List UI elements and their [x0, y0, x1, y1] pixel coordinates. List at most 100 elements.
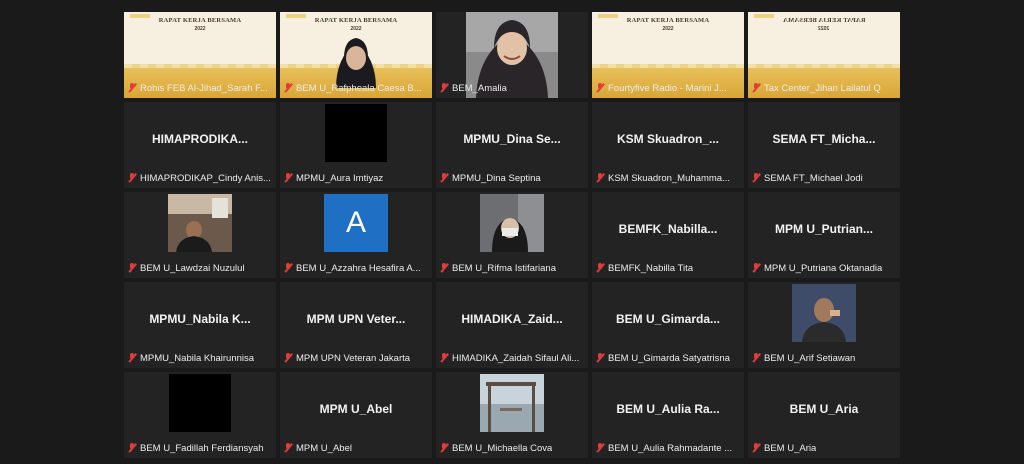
participant-tile[interactable]: BEM_Amalia [436, 12, 588, 98]
participant-name: BEMFK_Nabilla Tita [608, 262, 694, 274]
participant-tile[interactable]: BEM U_Aria BEM U_Aria [748, 372, 900, 458]
participant-name: MPMU_Nabila Khairunnisa [140, 352, 255, 364]
muted-mic-icon [440, 173, 448, 183]
participant-tile[interactable]: HIMAPRODIKA... HIMAPRODIKAP_Cindy Anis... [124, 102, 276, 188]
participant-tile[interactable]: HIMADIKA_Zaid... HIMADIKA_Zaidah Sifaul A… [436, 282, 588, 368]
participant-nameplate: Tax Center_Jihan Lailatul Q [750, 81, 896, 95]
participant-tile[interactable]: BEM U_Michaella Cova [436, 372, 588, 458]
participant-tile[interactable]: SEMA FT_Micha... SEMA FT_Michael Jodi [748, 102, 900, 188]
participant-name: MPM U_Abel [296, 442, 352, 454]
participant-display-name: BEMFK_Nabilla... [618, 222, 718, 236]
participant-name: BEM U_Lawdzai Nuzulul [140, 262, 245, 274]
participant-tile[interactable]: BEM U_Rifma Istifariana [436, 192, 588, 278]
muted-mic-icon [752, 263, 760, 273]
participant-display-name: MPM U_Putrian... [774, 222, 873, 236]
muted-mic-icon [752, 173, 760, 183]
participant-tile[interactable]: RAPAT KERJA BERSAMA 2022 BEM U_Rafpheala C… [280, 12, 432, 98]
participant-tile[interactable]: RAPAT KERJA BERSAMA 2022 Fourtyfive Radio … [592, 12, 744, 98]
participant-nameplate: BEM_Amalia [438, 81, 584, 95]
muted-mic-icon [284, 263, 292, 273]
participant-name: KSM Skuadron_Muhamma... [608, 172, 730, 184]
slide-title: RAPAT KERJA BERSAMA [782, 17, 866, 24]
participant-nameplate: BEM U_Arif Setiawan [750, 351, 896, 365]
participant-tile[interactable]: A BEM U_Azzahra Hesafira A... [280, 192, 432, 278]
muted-mic-icon [596, 263, 604, 273]
participant-display-name: BEM U_Aria [789, 402, 859, 416]
participant-video [325, 104, 387, 162]
participant-name: BEM U_Rafpheala Caesa B... [296, 82, 422, 94]
participant-name: BEM U_Gimarda Satyatrisna [608, 352, 730, 364]
gallery-grid: RAPAT KERJA BERSAMA 2022 Rohis FEB Al-Jiha… [124, 12, 900, 458]
participant-tile[interactable]: RAPAT KERJA BERSAMA 2022 Rohis FEB Al-Jiha… [124, 12, 276, 98]
slide-title: RAPAT KERJA BERSAMA [626, 17, 710, 24]
participant-name: Fourtyfive Radio - Marini J... [608, 82, 727, 94]
participant-display-name: BEM U_Gimarda... [615, 312, 721, 326]
participant-name: MPMU_Aura Imtiyaz [296, 172, 384, 184]
participant-nameplate: Fourtyfive Radio - Marini J... [594, 81, 740, 95]
participant-tile[interactable]: MPM UPN Veter... MPM UPN Veteran Jakarta [280, 282, 432, 368]
participant-tile[interactable]: RAPAT KERJA BERSAMA 2022 Tax Center_Jihan … [748, 12, 900, 98]
participant-tile[interactable]: MPM U_Putrian... MPM U_Putriana Oktanadia [748, 192, 900, 278]
participant-tile[interactable]: BEM U_Fadillah Ferdiansyah [124, 372, 276, 458]
participant-display-name: KSM Skuadron_... [616, 132, 720, 146]
participant-tile[interactable]: BEM U_Gimarda... BEM U_Gimarda Satyatrisn… [592, 282, 744, 368]
muted-mic-icon [128, 263, 136, 273]
participant-nameplate: MPM U_Putriana Oktanadia [750, 261, 896, 275]
muted-mic-icon [752, 443, 760, 453]
participant-nameplate: HIMAPRODIKAP_Cindy Anis... [126, 171, 272, 185]
muted-mic-icon [128, 443, 136, 453]
participant-display-name: HIMAPRODIKA... [152, 132, 248, 146]
muted-mic-icon [284, 353, 292, 363]
participant-display-name: MPM U_Abel [319, 402, 393, 416]
participant-name: Rohis FEB Al-Jihad_Sarah F... [140, 82, 268, 94]
participant-nameplate: KSM Skuadron_Muhamma... [594, 171, 740, 185]
participant-name: MPMU_Dina Septina [452, 172, 541, 184]
participant-name: MPM U_Putriana Oktanadia [764, 262, 883, 274]
participant-tile[interactable]: MPMU_Aura Imtiyaz [280, 102, 432, 188]
muted-mic-icon [284, 443, 292, 453]
muted-mic-icon [752, 83, 760, 93]
participant-display-name: BEM U_Aulia Ra... [616, 402, 720, 416]
participant-tile[interactable]: MPMU_Dina Se... MPMU_Dina Septina [436, 102, 588, 188]
participant-nameplate: MPMU_Aura Imtiyaz [282, 171, 428, 185]
participant-nameplate: BEM U_Azzahra Hesafira A... [282, 261, 428, 275]
participant-display-name: SEMA FT_Micha... [772, 132, 876, 146]
participant-nameplate: BEM U_Fadillah Ferdiansyah [126, 441, 272, 455]
participant-nameplate: BEMFK_Nabilla Tita [594, 261, 740, 275]
participant-nameplate: BEM U_Gimarda Satyatrisna [594, 351, 740, 365]
participant-video [792, 284, 856, 342]
participant-tile[interactable]: BEM U_Lawdzai Nuzulul [124, 192, 276, 278]
participant-nameplate: BEM U_Rafpheala Caesa B... [282, 81, 428, 95]
participant-nameplate: Rohis FEB Al-Jihad_Sarah F... [126, 81, 272, 95]
participant-nameplate: BEM U_Aulia Rahmadante ... [594, 441, 740, 455]
participant-name: Tax Center_Jihan Lailatul Q [764, 82, 881, 94]
participant-display-name: HIMADIKA_Zaid... [461, 312, 563, 326]
participant-tile[interactable]: BEMFK_Nabilla... BEMFK_Nabilla Tita [592, 192, 744, 278]
participant-tile[interactable]: KSM Skuadron_... KSM Skuadron_Muhamma... [592, 102, 744, 188]
participant-nameplate: BEM U_Rifma Istifariana [438, 261, 584, 275]
slide-title: RAPAT KERJA BERSAMA [158, 17, 242, 24]
slide-year: 2022 [194, 26, 206, 32]
muted-mic-icon [440, 263, 448, 273]
participant-nameplate: BEM U_Lawdzai Nuzulul [126, 261, 272, 275]
participant-name: MPM UPN Veteran Jakarta [296, 352, 411, 364]
participant-nameplate: MPM UPN Veteran Jakarta [282, 351, 428, 365]
participant-tile[interactable]: MPMU_Nabila K... MPMU_Nabila Khairunnisa [124, 282, 276, 368]
participant-name: BEM U_Rifma Istifariana [452, 262, 557, 274]
participant-nameplate: MPMU_Dina Septina [438, 171, 584, 185]
muted-mic-icon [596, 83, 604, 93]
participant-name: HIMADIKA_Zaidah Sifaul Ali... [452, 352, 580, 364]
participant-name: HIMAPRODIKAP_Cindy Anis... [140, 172, 271, 184]
slide-year: 2022 [662, 26, 674, 32]
participant-name: BEM U_Michaella Cova [452, 442, 553, 454]
participant-name: BEM U_Arif Setiawan [764, 352, 856, 364]
participant-tile[interactable]: BEM U_Aulia Ra... BEM U_Aulia Rahmadante … [592, 372, 744, 458]
muted-mic-icon [440, 353, 448, 363]
muted-mic-icon [284, 173, 292, 183]
muted-mic-icon [128, 173, 136, 183]
participant-tile[interactable]: BEM U_Arif Setiawan [748, 282, 900, 368]
participant-nameplate: BEM U_Michaella Cova [438, 441, 584, 455]
muted-mic-icon [284, 83, 292, 93]
muted-mic-icon [440, 443, 448, 453]
participant-tile[interactable]: MPM U_Abel MPM U_Abel [280, 372, 432, 458]
